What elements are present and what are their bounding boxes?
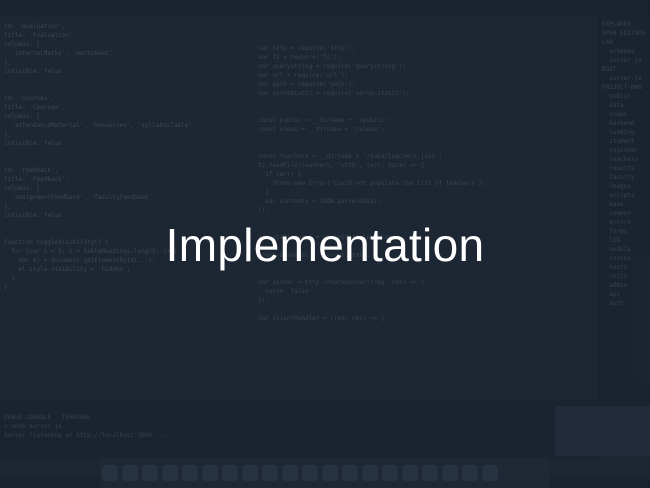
dock-app-icon bbox=[262, 465, 278, 481]
dock-app-icon bbox=[202, 465, 218, 481]
dock-app-icon bbox=[242, 465, 258, 481]
dock-app-icon bbox=[482, 465, 498, 481]
background-thumbnail bbox=[555, 406, 650, 456]
dock-app-icon bbox=[342, 465, 358, 481]
background-left-code: id: 'evaluation', title: 'Evaluation', c… bbox=[4, 23, 192, 291]
dock-app-icon bbox=[402, 465, 418, 481]
dock-app-icon bbox=[222, 465, 238, 481]
dock-app-icon bbox=[382, 465, 398, 481]
dock-app-icon bbox=[302, 465, 318, 481]
presentation-slide: id: 'evaluation', title: 'Evaluation', c… bbox=[0, 0, 650, 488]
dock-app-icon bbox=[462, 465, 478, 481]
slide-title: Implementation bbox=[165, 219, 485, 271]
dock-app-icon bbox=[362, 465, 378, 481]
dock-app-icon bbox=[142, 465, 158, 481]
dock-app-icon bbox=[122, 465, 138, 481]
background-center-code: var http = require('http'); var fs = req… bbox=[258, 45, 486, 322]
dock-app-icon bbox=[102, 465, 118, 481]
dock-app-icon bbox=[422, 465, 438, 481]
background-window-toolbar bbox=[0, 0, 650, 16]
dock-app-icon bbox=[322, 465, 338, 481]
background-console: DEBUG CONSOLE TERMINAL > node server.js … bbox=[0, 398, 598, 460]
dock-app-icon bbox=[442, 465, 458, 481]
dock-app-icon bbox=[282, 465, 298, 481]
background-dock bbox=[100, 458, 550, 488]
dock-app-icon bbox=[162, 465, 178, 481]
dock-app-icon bbox=[182, 465, 198, 481]
